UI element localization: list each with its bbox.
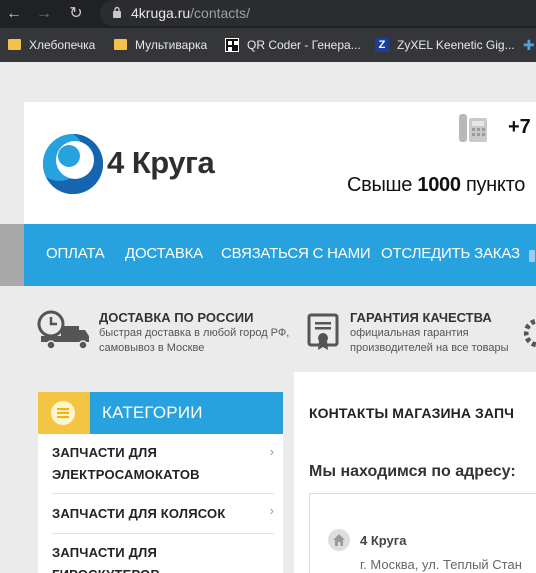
category-label: ЗАПЧАСТИ ДЛЯ КОЛЯСОК <box>52 506 226 521</box>
nav-item-track-order[interactable]: ОТСЛЕДИТЬ ЗАКАЗ <box>381 245 520 262</box>
menu-icon[interactable] <box>51 401 75 425</box>
category-label: ЭЛЕКТРОСАМОКАТОВ <box>52 467 200 482</box>
address-card: 4 Круга г. Москва, ул. Теплый Стан <box>309 493 536 573</box>
address-heading: Мы находимся по адресу: <box>309 463 516 480</box>
bookmark-item[interactable]: Мультиварка <box>114 36 207 54</box>
feature-desc-line: производителей на все товары <box>350 342 509 354</box>
bookmark-item[interactable]: Хлебопечка <box>8 36 95 54</box>
phone-icon <box>459 114 487 142</box>
category-label: ЗАПЧАСТИ ДЛЯ <box>52 545 157 560</box>
bookmark-item[interactable]: QR Coder - Генера... <box>225 36 361 54</box>
bookmark-item[interactable]: Z ZyXEL Keenetic Gig... <box>375 36 515 54</box>
forward-icon[interactable]: → <box>34 4 54 24</box>
extension-icon: ✚ <box>523 36 535 53</box>
bookmark-label: ZyXEL Keenetic Gig... <box>397 38 515 52</box>
bookmark-label: QR Coder - Генера... <box>247 38 361 52</box>
nav-item-contact[interactable]: СВЯЗАТЬСЯ С НАМИ <box>221 245 371 262</box>
bookmark-label: Хлебопечка <box>29 38 96 52</box>
url-host: 4kruga.ru <box>131 5 191 21</box>
gear-icon <box>524 318 536 348</box>
url-path: /contacts/ <box>190 5 251 21</box>
folder-icon <box>114 39 127 51</box>
qr-icon <box>225 37 239 52</box>
nav-item-delivery[interactable]: ДОСТАВКА <box>125 245 203 262</box>
category-label: ГИРОСКУТЕРОВ <box>52 564 160 573</box>
store-name: 4 Круга <box>360 533 407 548</box>
back-icon[interactable]: ← <box>4 4 24 24</box>
categories-list: ЗАПЧАСТИ ДЛЯ ЭЛЕКТРОСАМОКАТОВ › ЗАПЧАСТИ… <box>38 434 283 573</box>
contacts-main: КОНТАКТЫ МАГАЗИНА ЗАПЧ Мы находимся по а… <box>294 372 536 573</box>
category-label: ЗАПЧАСТИ ДЛЯ <box>52 445 157 460</box>
category-item[interactable]: ЗАПЧАСТИ ДЛЯ ГИРОСКУТЕРОВ <box>52 534 274 573</box>
features-bar: ДОСТАВКА ПО РОССИИ быстрая доставка в лю… <box>24 286 536 372</box>
feature-title: ГАРАНТИЯ КАЧЕСТВА <box>350 310 492 325</box>
browser-toolbar: ← → ↻ 4kruga.ru/contacts/ <box>0 0 536 28</box>
truck-clock-icon <box>37 310 89 350</box>
folder-icon <box>8 39 21 51</box>
categories-header-accent <box>38 392 90 434</box>
page: 4 Круга +7 Свыше 1000 пункто ОПЛАТА ДОСТ… <box>0 62 536 573</box>
certificate-icon <box>307 313 339 350</box>
feature-title: ДОСТАВКА ПО РОССИИ <box>99 310 254 325</box>
categories-header[interactable]: КАТЕГОРИИ <box>38 392 283 434</box>
page-title: КОНТАКТЫ МАГАЗИНА ЗАПЧ <box>309 405 515 421</box>
chevron-right-icon: › <box>269 503 274 518</box>
tagline-prefix: Свыше <box>347 174 413 196</box>
site-header: 4 Круга +7 Свыше 1000 пункто <box>24 102 536 224</box>
reload-icon[interactable]: ↻ <box>66 4 86 24</box>
bookmark-label: Мультиварка <box>135 38 208 52</box>
bookmarks-bar: Хлебопечка Мультиварка QR Coder - Генера… <box>0 28 536 62</box>
zyxel-icon: Z <box>375 37 389 52</box>
tagline-number: 1000 <box>417 174 461 196</box>
phone-number[interactable]: +7 <box>508 116 531 139</box>
feature-desc-line: самовывоз в Москве <box>99 342 205 354</box>
logo-text[interactable]: 4 Круга <box>107 145 215 181</box>
logo-icon[interactable] <box>42 133 104 195</box>
main-nav: ОПЛАТА ДОСТАВКА СВЯЗАТЬСЯ С НАМИ ОТСЛЕДИ… <box>24 224 536 286</box>
header-tagline: Свыше 1000 пункто <box>347 174 525 197</box>
feature-desc-line: официальная гарантия <box>350 327 469 339</box>
chevron-right-icon: › <box>269 444 274 459</box>
bookmark-item[interactable]: ✚ <box>523 36 536 54</box>
nav-item-overflow[interactable] <box>529 250 535 262</box>
url-text[interactable]: 4kruga.ru/contacts/ <box>131 5 250 21</box>
store-address: г. Москва, ул. Теплый Стан <box>360 557 522 572</box>
categories-sidebar: КАТЕГОРИИ ЗАПЧАСТИ ДЛЯ ЭЛЕКТРОСАМОКАТОВ … <box>38 392 283 573</box>
categories-title: КАТЕГОРИИ <box>102 403 203 422</box>
tagline-suffix: пункто <box>465 174 526 196</box>
category-item[interactable]: ЗАПЧАСТИ ДЛЯ ЭЛЕКТРОСАМОКАТОВ › <box>52 434 274 494</box>
lock-icon[interactable] <box>112 6 122 18</box>
home-icon <box>328 529 350 551</box>
scroll-edge <box>0 224 24 286</box>
category-item[interactable]: ЗАПЧАСТИ ДЛЯ КОЛЯСОК › <box>52 494 274 534</box>
nav-item-payment[interactable]: ОПЛАТА <box>46 245 105 262</box>
feature-desc-line: быстрая доставка в любой город РФ, <box>99 327 290 339</box>
